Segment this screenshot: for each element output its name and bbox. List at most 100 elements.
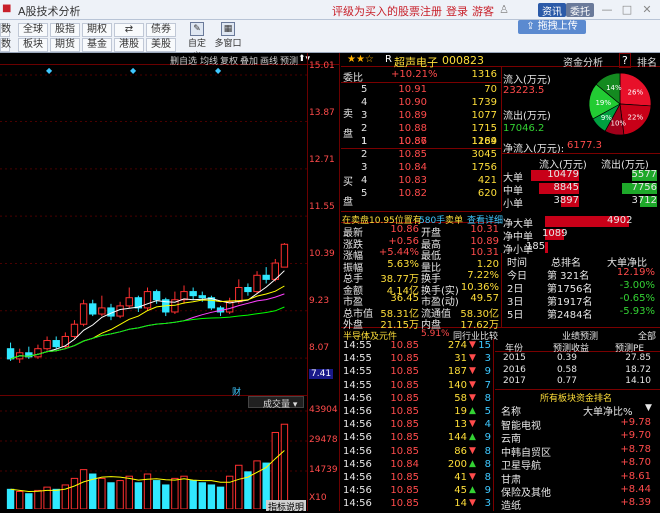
stock-header: ★★☆ R 超声电子 000823 资金分析 ? 排名 xyxy=(341,53,660,69)
wb-value: +10.21% xyxy=(391,69,438,80)
tick-price: 10.85 xyxy=(390,485,419,497)
volume-bar xyxy=(125,475,133,509)
sector-name[interactable]: 造纸 xyxy=(501,497,521,512)
sell-price: 10.91 xyxy=(398,84,427,95)
toolbar-btn-num2[interactable]: 数 xyxy=(0,38,11,52)
tick-time: 14:56 xyxy=(343,392,372,404)
volume-bar xyxy=(6,488,15,509)
drag-upload-button[interactable]: ⇪ 拖拽上传 xyxy=(518,20,586,34)
tick-volume: 14 xyxy=(454,498,467,510)
sort-arrow-icon[interactable]: ▼ xyxy=(645,403,652,413)
sell-level: 2 xyxy=(361,123,368,134)
volume-selector[interactable]: 成交量 ▾ xyxy=(248,396,304,410)
rank-ratio: -5.93% xyxy=(619,306,655,317)
fc-year: 2016 xyxy=(503,364,526,375)
pie-label: 19% xyxy=(595,99,611,107)
multiwindow-icon: ▦ xyxy=(221,22,235,36)
flow-row-label: 小单 xyxy=(503,199,523,210)
event-marker-icon[interactable]: ◆ xyxy=(215,66,222,75)
quote-value: 10.36% xyxy=(460,281,499,293)
quote-value: +5.44% xyxy=(378,247,419,258)
rank-ratio: -0.65% xyxy=(619,293,655,304)
divider xyxy=(493,339,494,511)
toolbar-btn-funds[interactable]: 基金 xyxy=(82,38,112,52)
login-link[interactable]: 登录 xyxy=(446,3,468,19)
toolbar-btn-bonds[interactable]: 债券 xyxy=(146,23,176,37)
divider xyxy=(501,67,502,211)
event-marker-icon[interactable]: ◆ xyxy=(130,66,137,75)
sector-head-ratio[interactable]: 大单净比% xyxy=(583,403,633,418)
flow-out-value: 5577 xyxy=(631,169,657,180)
candle xyxy=(152,291,161,301)
volume-bar xyxy=(280,423,289,509)
tick-count: 9 xyxy=(484,485,491,497)
minimize-icon[interactable]: — xyxy=(600,3,614,17)
close-icon[interactable]: ✕ xyxy=(640,3,654,17)
volume-bar xyxy=(207,484,216,509)
toolbar-btn-num1[interactable]: 数 xyxy=(0,23,11,37)
sector-ratio: +8.78 xyxy=(620,443,651,455)
fc-eps: 0.58 xyxy=(556,364,577,375)
toolbar-btn-futures[interactable]: 期货 xyxy=(50,38,80,52)
sector-ratio: +9.78 xyxy=(620,417,651,428)
tick-time: 14:55 xyxy=(343,353,372,365)
r-mark: R xyxy=(385,54,392,65)
news-button[interactable]: 资讯 xyxy=(538,3,566,18)
multiwindow-tool[interactable]: ▦ 多窗口 xyxy=(214,22,242,49)
event-marker-icon[interactable]: ◆ xyxy=(46,66,53,75)
quote-value: 10.31 xyxy=(470,224,499,235)
buy-price: 10.85 xyxy=(398,149,427,160)
tick-volume: 274 xyxy=(447,340,467,351)
flow-in-value: 10479 xyxy=(547,169,579,180)
flow-out-value: 7756 xyxy=(631,182,657,193)
question-icon[interactable]: ? xyxy=(619,53,631,68)
candle xyxy=(89,303,97,315)
tick-price: 10.85 xyxy=(390,392,419,404)
flow-in-value: 3897 xyxy=(553,195,579,206)
tick-volume: 200 xyxy=(447,458,467,470)
user-icon[interactable]: ♙ xyxy=(497,3,511,17)
vol-tick-1: 29478 xyxy=(309,435,338,445)
toolbar-btn-global[interactable]: 全球 xyxy=(18,23,48,37)
candle xyxy=(143,291,152,309)
tick-count: 8 xyxy=(484,472,491,483)
inflow-value: 23223.5 xyxy=(503,85,545,96)
quote-value: 10.86 xyxy=(390,224,419,235)
divider xyxy=(501,253,502,327)
toolbar-btn-us[interactable]: 美股 xyxy=(146,38,176,52)
upload-icon: ⇪ xyxy=(526,21,538,32)
fc-year: 2017 xyxy=(503,376,526,386)
toolbar-btn-options[interactable]: 期权 xyxy=(82,23,112,37)
promo-link[interactable]: 评级为买入的股票 xyxy=(332,3,420,19)
fc-pe: 27.85 xyxy=(625,353,651,363)
sell-price: 10.88 xyxy=(398,123,427,134)
tick-price: 10.85 xyxy=(390,419,419,431)
maximize-icon[interactable]: □ xyxy=(620,3,634,17)
finance-indicator[interactable]: 财 xyxy=(232,385,241,398)
price-tick-3: 11.55 xyxy=(309,202,335,212)
netflow-value: 6177.3 xyxy=(567,140,602,151)
price-tick-6: 8.07 xyxy=(309,343,330,353)
app-logo-icon: ■ xyxy=(2,3,12,14)
candle xyxy=(34,348,42,358)
kline-chart-panel[interactable]: 删自选 均线 复权 叠加 画线 预测 ⬆▾ ◆ ◆ ◆ 15.01 13.87 12… xyxy=(0,53,340,513)
toolbar-btn-forex[interactable]: ⇄ xyxy=(114,23,144,37)
guest-link[interactable]: 游客 xyxy=(472,3,494,19)
vol-tick-3: X10 xyxy=(309,493,327,503)
toolbar-btn-index[interactable]: 股指 xyxy=(50,23,80,37)
tab-rank[interactable]: 排名 xyxy=(637,54,657,69)
entrust-button[interactable]: 委托 xyxy=(566,3,594,18)
toolbar-btn-sector[interactable]: 板块 xyxy=(18,38,48,52)
tick-time: 14:56 xyxy=(343,498,372,510)
indicator-help-button[interactable]: 指标说明 xyxy=(266,500,306,513)
sell-level: 3 xyxy=(361,110,368,121)
register-link[interactable]: 注册 xyxy=(420,3,442,19)
volume-bar xyxy=(180,475,188,509)
buy-price: 10.83 xyxy=(398,175,427,186)
pie-label: 22% xyxy=(628,114,644,122)
toolbar-btn-hk[interactable]: 港股 xyxy=(114,38,144,52)
tab-fund-analysis[interactable]: 资金分析 xyxy=(563,54,603,69)
tick-price: 10.85 xyxy=(390,406,419,417)
tick-time: 14:56 xyxy=(343,432,372,444)
volume-bar xyxy=(52,488,60,509)
